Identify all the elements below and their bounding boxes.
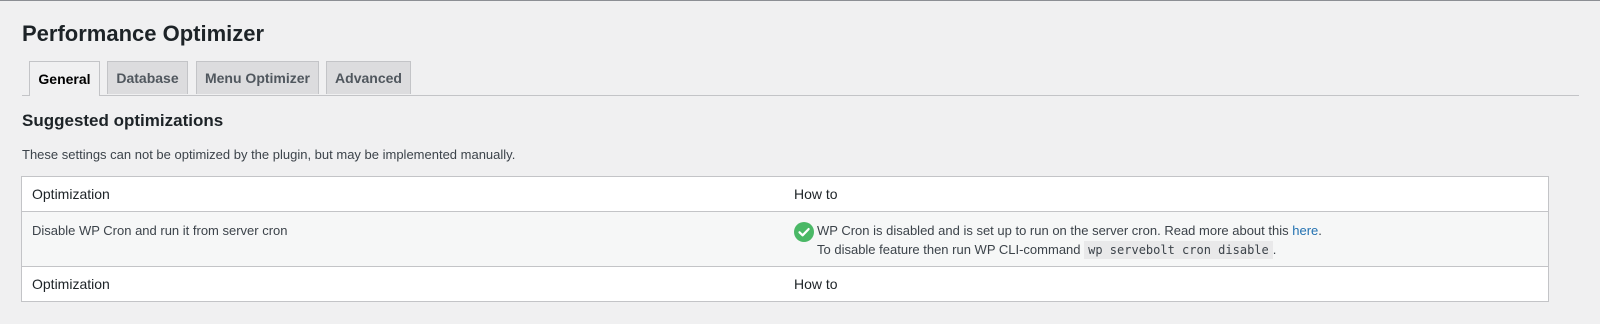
how-to-cell: WP Cron is disabled and is set up to run… <box>794 221 1322 260</box>
top-border <box>0 0 1600 1</box>
table-footer-row: Optimization How to <box>22 267 1548 301</box>
tab-menu-optimizer[interactable]: Menu Optimizer <box>196 61 319 94</box>
header-optimization: Optimization <box>32 186 110 202</box>
footer-optimization: Optimization <box>32 276 110 292</box>
cli-suffix: . <box>1272 242 1277 257</box>
check-circle-icon <box>794 222 814 242</box>
tab-general[interactable]: General <box>29 61 100 96</box>
how-to-line-1: WP Cron is disabled and is set up to run… <box>794 221 1322 240</box>
how-to-period: . <box>1318 223 1322 238</box>
tab-advanced[interactable]: Advanced <box>326 61 411 94</box>
optimizations-table: Optimization How to Disable WP Cron and … <box>21 176 1549 302</box>
read-more-link[interactable]: here <box>1292 223 1318 238</box>
table-row: Disable WP Cron and run it from server c… <box>22 212 1548 267</box>
section-description: These settings can not be optimized by t… <box>22 147 516 162</box>
tab-bar: General Database Menu Optimizer Advanced <box>22 61 1579 96</box>
footer-how-to: How to <box>794 276 838 292</box>
header-how-to: How to <box>794 186 838 202</box>
how-to-text: WP Cron is disabled and is set up to run… <box>817 223 1293 238</box>
how-to-line-2: To disable feature then run WP CLI-comma… <box>794 240 1322 260</box>
tab-database[interactable]: Database <box>107 61 188 94</box>
page-title: Performance Optimizer <box>22 21 265 46</box>
section-title: Suggested optimizations <box>22 111 224 130</box>
cli-prefix: To disable feature then run WP CLI-comma… <box>817 242 1085 257</box>
cli-command: wp servebolt cron disable <box>1084 241 1273 259</box>
table-header-row: Optimization How to <box>22 177 1548 212</box>
optimization-name: Disable WP Cron and run it from server c… <box>32 223 288 238</box>
